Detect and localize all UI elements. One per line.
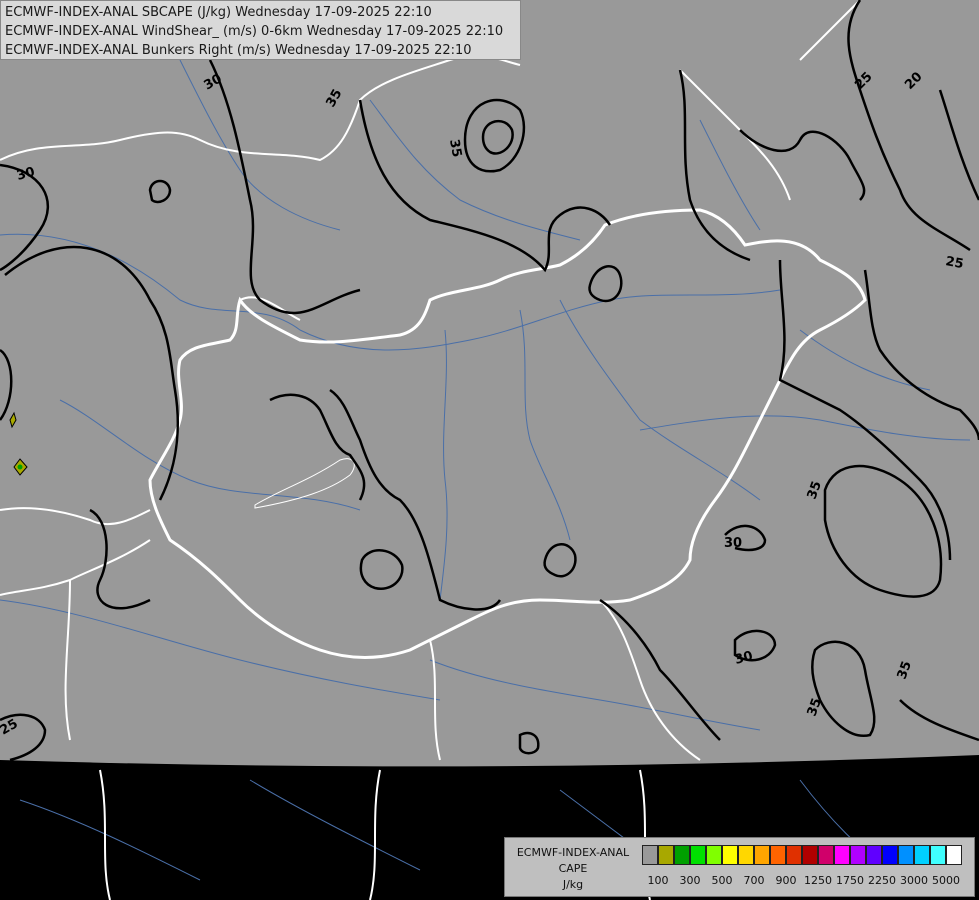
legend-tick-label: 900 [775,874,797,887]
legend-swatch [834,845,850,865]
header-line-bunkers: ECMWF-INDEX-ANAL Bunkers Right (m/s) Wed… [5,43,472,58]
legend-swatch [770,845,786,865]
legend-swatch [690,845,706,865]
map-header: ECMWF-INDEX-ANAL SBCAPE (J/kg) Wednesday… [0,0,521,60]
legend-unit: J/kg [562,878,584,891]
legend-swatch [914,845,930,865]
contour-label: 25 [944,254,964,272]
legend-swatch [818,845,834,865]
legend-tick-label: 1750 [836,874,864,887]
legend-title-line2: CAPE [558,862,588,875]
legend-tick-label: 300 [679,874,701,887]
legend-swatch [754,845,770,865]
land-domain [0,0,979,767]
legend-swatch [642,845,658,865]
contour-label: 35 [446,138,464,158]
legend-swatch [738,845,754,865]
legend-swatch [802,845,818,865]
legend-swatch [722,845,738,865]
legend-tick-label: 3000 [900,874,928,887]
legend-swatch [898,845,914,865]
legend-tick-label: 700 [743,874,765,887]
legend-tick-label: 1250 [804,874,832,887]
legend-tick-label: 500 [711,874,733,887]
weather-map: 30 35 35 30 25 20 25 35 30 30 35 35 25 [0,0,979,900]
legend-swatch [658,845,674,865]
legend-tick-label: 5000 [932,874,960,887]
header-line-sbcape: ECMWF-INDEX-ANAL SBCAPE (J/kg) Wednesday… [5,5,432,20]
legend-swatch [946,845,962,865]
cape-legend: ECMWF-INDEX-ANAL CAPE J/kg 100 300 500 700 9… [504,837,975,897]
legend-swatch [850,845,866,865]
cape-spot-2-core [17,464,23,470]
contour-label: 30 [724,536,742,551]
legend-swatch [786,845,802,865]
legend-title-line1: ECMWF-INDEX-ANAL [516,846,630,859]
legend-swatch [882,845,898,865]
legend-swatch [866,845,882,865]
legend-tick-label: 100 [647,874,669,887]
header-line-windshear: ECMWF-INDEX-ANAL WindShear_ (m/s) 0-6km … [5,24,504,39]
legend-swatch [930,845,946,865]
legend-swatch [674,845,690,865]
legend-swatches [642,845,962,867]
legend-swatch [706,845,722,865]
legend-tick-label: 2250 [868,874,896,887]
legend-ticks: 100 300 500 700 900 1250 1750 2250 3000 5000 [642,874,972,888]
